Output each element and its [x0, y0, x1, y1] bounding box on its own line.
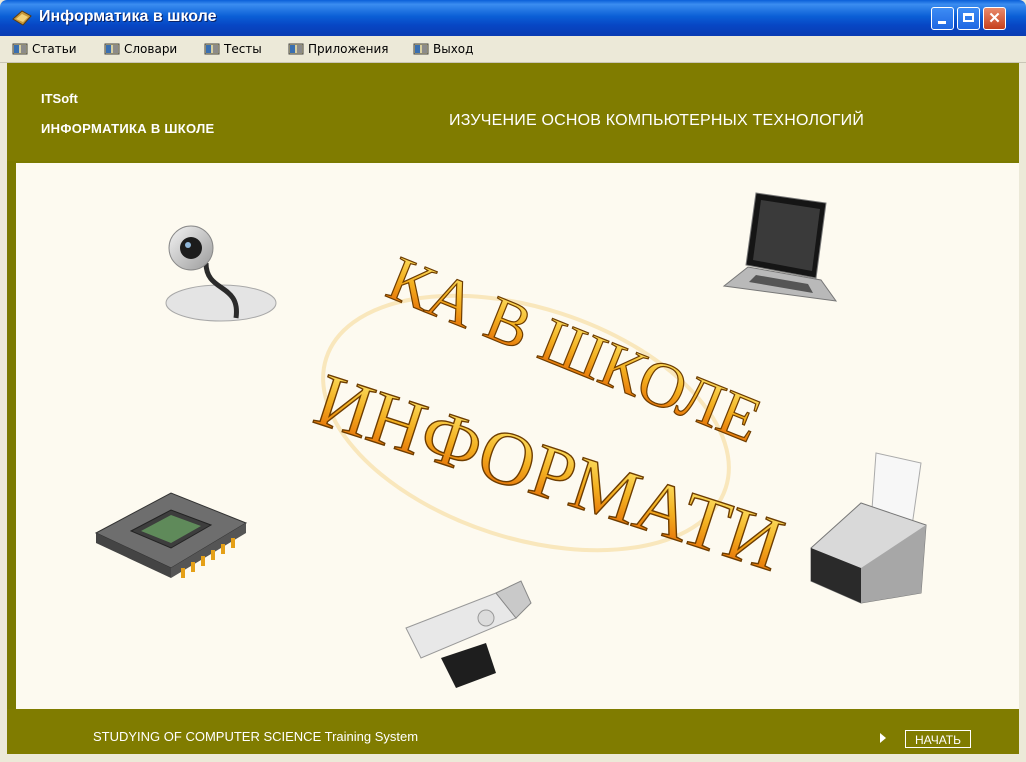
page-headline: ИЗУЧЕНИЕ ОСНОВ КОМПЬЮТЕРНЫХ ТЕХНОЛОГИЙ	[449, 112, 865, 129]
webcam-icon	[165, 225, 277, 322]
menu-item-exit[interactable]: Выход	[413, 40, 473, 58]
minimize-button[interactable]	[931, 7, 954, 30]
app-window: Информатика в школе ✕ Статьи Словари Тес…	[0, 0, 1026, 762]
window-title: Информатика в школе	[39, 8, 217, 25]
menu-item-label: Тесты	[224, 42, 262, 56]
menu-book-icon	[288, 43, 304, 55]
laptop-icon	[722, 192, 838, 302]
menu-item-articles[interactable]: Статьи	[12, 40, 77, 58]
menu-item-tests[interactable]: Тесты	[204, 40, 262, 58]
menu-item-label: Выход	[433, 42, 474, 56]
menu-item-label: Статьи	[32, 42, 77, 56]
menu-item-dictionaries[interactable]: Словари	[104, 40, 177, 58]
maximize-button[interactable]	[957, 7, 980, 30]
menu-bar: Статьи Словари Тесты Приложения Выход	[0, 36, 1026, 63]
printer-icon	[810, 452, 927, 604]
menu-book-icon	[12, 43, 28, 55]
minimize-icon	[932, 8, 953, 29]
app-subtitle: ИНФОРМАТИКА В ШКОЛЕ	[41, 121, 215, 136]
splash-stage: КА В ШКОЛЕ ИНФОРМАТИ	[16, 163, 1019, 709]
start-button[interactable]: НАЧАТЬ	[905, 730, 971, 748]
menu-item-label: Приложения	[308, 42, 389, 56]
menu-book-icon	[204, 43, 220, 55]
close-button[interactable]: ✕	[983, 7, 1006, 30]
footer-caption: STUDYING OF COMPUTER SCIENCE Training Sy…	[93, 729, 419, 744]
content-area: ITSoft ИНФОРМАТИКА В ШКОЛЕ ИЗУЧЕНИЕ ОСНО…	[7, 63, 1019, 754]
maximize-icon	[958, 8, 979, 29]
menu-item-applications[interactable]: Приложения	[288, 40, 389, 58]
splash-logo: КА В ШКОЛЕ ИНФОРМАТИ	[305, 242, 794, 588]
play-arrow-icon	[880, 733, 886, 743]
close-icon: ✕	[988, 10, 1001, 27]
app-logo-icon	[12, 10, 32, 26]
title-bar[interactable]: Информатика в школе ✕	[0, 0, 1026, 36]
brand-label: ITSoft	[41, 91, 78, 106]
splash-illustration: КА В ШКОЛЕ ИНФОРМАТИ	[94, 192, 927, 688]
menu-book-icon	[104, 43, 120, 55]
menu-book-icon	[413, 43, 429, 55]
menu-item-label: Словари	[124, 42, 178, 56]
header-band: ITSoft ИНФОРМАТИКА В ШКОЛЕ ИЗУЧЕНИЕ ОСНО…	[7, 63, 1019, 161]
processor-chip-icon	[94, 492, 248, 578]
usb-flash-drive-icon	[405, 580, 532, 688]
footer-bar: STUDYING OF COMPUTER SCIENCE Training Sy…	[7, 709, 1019, 754]
